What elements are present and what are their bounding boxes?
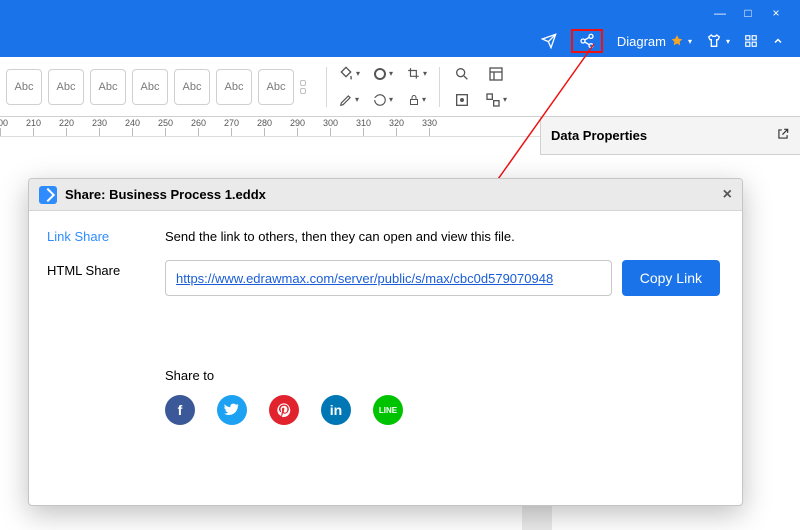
panel-title: Data Properties (551, 128, 647, 143)
rotate-icon[interactable] (371, 89, 395, 111)
dialog-header: Share: Business Process 1.eddx × (29, 179, 742, 211)
dialog-sidebar: Link Share HTML Share (29, 211, 159, 505)
window-titlebar: — □ × (0, 0, 800, 25)
fill-icon[interactable] (337, 63, 361, 85)
crop-icon[interactable] (405, 63, 429, 85)
share-icon[interactable] (571, 29, 603, 53)
toolbar: Abc Abc Abc Abc Abc Abc Abc (0, 57, 800, 117)
send-icon[interactable] (541, 33, 557, 49)
window-restore[interactable]: □ (734, 0, 762, 25)
share-dialog: Share: Business Process 1.eddx × Link Sh… (28, 178, 743, 506)
share-to-label: Share to (165, 368, 720, 383)
window-minimize[interactable]: — (706, 0, 734, 25)
search-icon[interactable] (450, 63, 474, 85)
style-more[interactable] (300, 80, 310, 94)
line-icon[interactable]: LINE (373, 395, 403, 425)
menubar: Diagram ▾ ▾ (0, 25, 800, 57)
focus-icon[interactable] (450, 89, 474, 111)
pinterest-icon[interactable] (269, 395, 299, 425)
linkedin-icon[interactable]: in (321, 395, 351, 425)
data-properties-panel-header: Data Properties (540, 117, 800, 155)
tab-link-share[interactable]: Link Share (47, 229, 159, 263)
twitter-icon[interactable] (217, 395, 247, 425)
collapse-icon[interactable] (772, 35, 784, 47)
tshirt-icon[interactable]: ▾ (706, 33, 730, 49)
dialog-title: Share: Business Process 1.eddx (65, 187, 266, 202)
style-swatch[interactable]: Abc (258, 69, 294, 105)
popout-icon[interactable] (776, 127, 790, 144)
copy-link-button[interactable]: Copy Link (622, 260, 720, 296)
app-logo-icon (39, 186, 57, 204)
style-swatch[interactable]: Abc (132, 69, 168, 105)
window-close[interactable]: × (762, 0, 790, 25)
lock-icon[interactable] (405, 89, 429, 111)
arrange-icon[interactable] (484, 89, 508, 111)
facebook-icon[interactable]: f (165, 395, 195, 425)
layout-icon[interactable] (484, 63, 508, 85)
style-swatch[interactable]: Abc (174, 69, 210, 105)
diagram-menu[interactable]: Diagram ▾ (617, 34, 692, 49)
tab-html-share[interactable]: HTML Share (47, 263, 159, 297)
dialog-close-button[interactable]: × (723, 186, 732, 204)
apps-icon[interactable] (744, 34, 758, 48)
style-swatch[interactable]: Abc (90, 69, 126, 105)
style-swatch[interactable]: Abc (216, 69, 252, 105)
style-swatch[interactable]: Abc (6, 69, 42, 105)
dialog-instruction: Send the link to others, then they can o… (165, 229, 720, 244)
style-swatch[interactable]: Abc (48, 69, 84, 105)
pen-icon[interactable] (337, 89, 361, 111)
shape-icon[interactable] (371, 63, 395, 85)
share-link-input[interactable] (165, 260, 612, 296)
